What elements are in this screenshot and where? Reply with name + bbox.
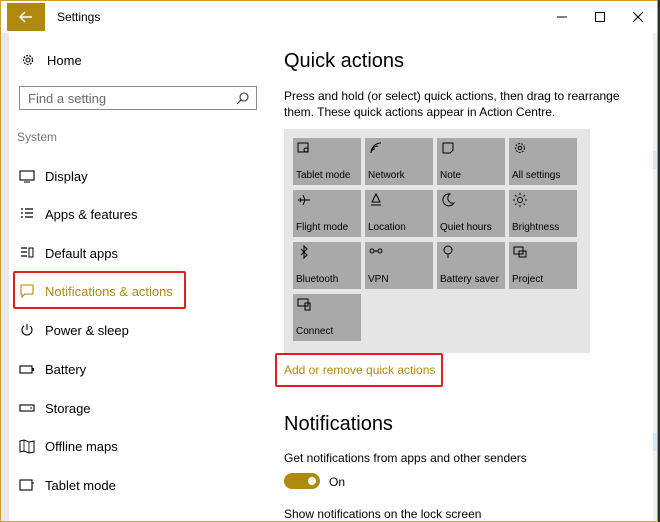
toggle-state-label: On bbox=[329, 475, 346, 489]
search-icon[interactable] bbox=[236, 91, 250, 105]
quick-action-bluetooth[interactable]: Bluetooth bbox=[293, 242, 361, 289]
location-icon bbox=[371, 193, 381, 206]
sidebar-item-storage[interactable]: Storage bbox=[9, 391, 264, 425]
quick-actions-description: Press and hold (or select) quick actions… bbox=[284, 89, 620, 119]
project-icon bbox=[513, 246, 527, 258]
sidebar-item-label: Battery bbox=[45, 361, 87, 377]
note-icon bbox=[442, 142, 454, 154]
add-remove-quick-actions-link[interactable]: Add or remove quick actions bbox=[284, 363, 435, 377]
battery-saver-icon bbox=[443, 245, 453, 258]
sidebar-item-label: Display bbox=[45, 168, 88, 184]
quick-actions-panel: Tablet mode Network Note All settings Fl… bbox=[284, 129, 590, 353]
quick-action-battery-saver[interactable]: Battery saver bbox=[437, 242, 505, 289]
notifications-description: Get notifications from apps and other se… bbox=[284, 451, 527, 465]
sidebar-item-label: Default apps bbox=[45, 245, 118, 261]
tile-label: Note bbox=[440, 170, 462, 181]
tablet-icon bbox=[19, 479, 34, 491]
quick-action-network[interactable]: Network bbox=[365, 138, 433, 185]
connect-icon bbox=[297, 298, 311, 311]
search-box bbox=[19, 86, 257, 110]
quick-action-brightness[interactable]: Brightness bbox=[509, 190, 577, 237]
back-arrow-icon bbox=[19, 11, 32, 23]
tile-label: VPN bbox=[368, 274, 389, 285]
tile-label: Brightness bbox=[512, 222, 560, 233]
tile-label: All settings bbox=[512, 170, 561, 181]
search-input[interactable] bbox=[20, 87, 228, 109]
maximize-button[interactable] bbox=[581, 1, 619, 33]
back-button[interactable] bbox=[7, 3, 45, 31]
sidebar: Home System Display Apps & features Defa… bbox=[9, 33, 269, 521]
background-window-edge bbox=[1, 33, 9, 521]
tile-label: Quiet hours bbox=[440, 222, 492, 233]
sidebar-item-apps-features[interactable]: Apps & features bbox=[9, 197, 264, 231]
quick-action-quiet-hours[interactable]: Quiet hours bbox=[437, 190, 505, 237]
notifications-title: Notifications bbox=[284, 413, 393, 435]
close-button[interactable] bbox=[619, 1, 657, 33]
quick-action-connect[interactable]: Connect bbox=[293, 294, 361, 341]
quick-action-flight-mode[interactable]: Flight mode bbox=[293, 190, 361, 237]
toggle-knob bbox=[308, 477, 316, 485]
title-bar: Settings bbox=[1, 1, 657, 33]
selection-highlight-box bbox=[13, 271, 186, 309]
tile-label: Flight mode bbox=[296, 222, 349, 233]
power-icon bbox=[21, 324, 33, 336]
window-title: Settings bbox=[57, 10, 101, 24]
lock-screen-notifications-label: Show notifications on the lock screen bbox=[284, 507, 482, 521]
gear-icon bbox=[22, 54, 34, 66]
quick-action-vpn[interactable]: VPN bbox=[365, 242, 433, 289]
map-icon bbox=[19, 439, 35, 454]
home-label: Home bbox=[47, 52, 82, 68]
sidebar-item-offline-maps[interactable]: Offline maps bbox=[9, 429, 264, 463]
default-apps-icon bbox=[21, 247, 34, 258]
tile-label: Connect bbox=[296, 326, 334, 337]
minimize-button[interactable] bbox=[543, 1, 581, 33]
background-window-fragment bbox=[653, 433, 657, 451]
quick-action-all-settings[interactable]: All settings bbox=[509, 138, 577, 185]
sidebar-item-tablet-mode[interactable]: Tablet mode bbox=[9, 468, 264, 502]
notifications-toggle[interactable] bbox=[284, 473, 320, 489]
sidebar-item-label: Offline maps bbox=[45, 438, 118, 454]
monitor-icon bbox=[19, 170, 35, 183]
sidebar-item-display[interactable]: Display bbox=[9, 159, 264, 193]
sidebar-item-power-sleep[interactable]: Power & sleep bbox=[9, 313, 264, 347]
quick-action-project[interactable]: Project bbox=[509, 242, 577, 289]
sidebar-item-label: Storage bbox=[45, 400, 91, 416]
quick-actions-title: Quick actions bbox=[284, 50, 405, 72]
minimize-icon bbox=[557, 16, 567, 18]
sidebar-item-label: Power & sleep bbox=[45, 322, 129, 338]
bluetooth-icon bbox=[300, 245, 308, 259]
home-link[interactable]: Home bbox=[21, 51, 82, 69]
battery-icon bbox=[19, 365, 34, 374]
tile-label: Network bbox=[368, 170, 405, 181]
background-window-fragment bbox=[653, 151, 657, 169]
network-icon bbox=[370, 142, 382, 154]
main-content: Quick actions Press and hold (or select)… bbox=[275, 33, 657, 521]
section-label-system: System bbox=[17, 130, 58, 144]
tile-label: Project bbox=[512, 274, 544, 285]
close-icon bbox=[633, 12, 643, 22]
tile-label: Bluetooth bbox=[296, 274, 339, 285]
list-icon bbox=[21, 208, 33, 218]
gear-icon bbox=[515, 143, 525, 153]
moon-icon bbox=[442, 193, 455, 207]
vpn-icon bbox=[369, 248, 383, 254]
sidebar-item-battery[interactable]: Battery bbox=[9, 352, 264, 386]
storage-icon bbox=[19, 404, 35, 412]
sun-icon bbox=[513, 193, 527, 207]
sidebar-item-label: Tablet mode bbox=[45, 477, 116, 493]
airplane-icon bbox=[298, 194, 310, 206]
sidebar-item-default-apps[interactable]: Default apps bbox=[9, 236, 264, 270]
tile-label: Location bbox=[368, 222, 406, 233]
sidebar-item-label: Apps & features bbox=[45, 206, 138, 222]
quick-action-tablet-mode[interactable]: Tablet mode bbox=[293, 138, 361, 185]
maximize-icon bbox=[595, 12, 605, 22]
tile-label: Battery saver bbox=[440, 274, 499, 285]
settings-window: Settings Home System bbox=[0, 0, 658, 522]
quick-action-location[interactable]: Location bbox=[365, 190, 433, 237]
tablet-mode-icon bbox=[297, 142, 309, 153]
tile-label: Tablet mode bbox=[296, 170, 351, 181]
quick-action-note[interactable]: Note bbox=[437, 138, 505, 185]
